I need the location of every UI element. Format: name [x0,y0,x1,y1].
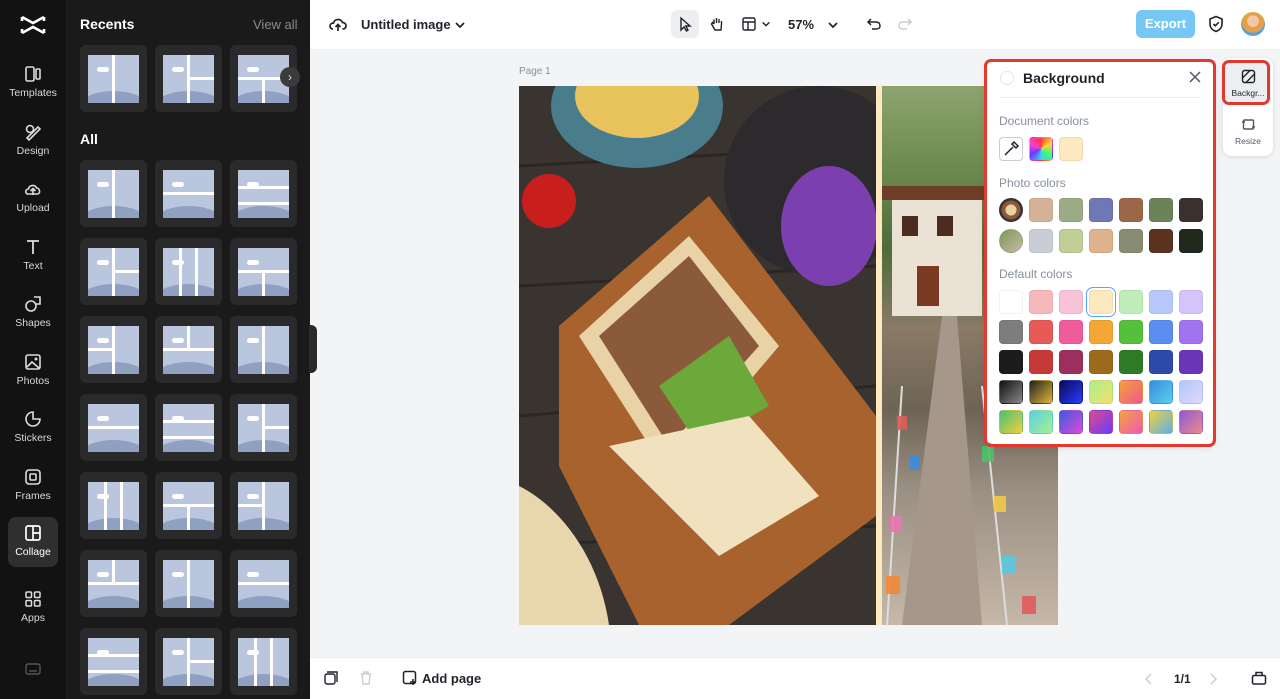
rail-templates[interactable]: Templates [8,58,58,108]
collage-template-tile[interactable] [155,550,222,617]
collage-panel: Recents View all › All [66,0,310,699]
collage-template-tile[interactable] [230,550,297,617]
rail-photos[interactable]: Photos [8,346,58,396]
export-button[interactable]: Export [1136,10,1195,38]
zoom-level[interactable]: 57% [788,17,814,32]
collage-template-tile[interactable] [80,316,147,383]
collage-template-tile[interactable] [155,628,222,695]
collage-template-tile[interactable] [155,472,222,539]
layout-button[interactable] [735,10,763,38]
delete-page-icon[interactable] [359,671,373,685]
resize-button[interactable]: Resize [1225,109,1271,153]
rail-label: Frames [15,490,51,502]
page-count: 1/1 [1174,672,1191,686]
layout-icon [742,17,756,31]
collage-template-tile[interactable] [80,160,147,227]
tacos-photo [519,86,876,625]
rail-label: Design [16,145,50,157]
avatar[interactable] [1241,12,1265,36]
chevron-down-icon[interactable] [454,19,466,31]
chevron-right-icon[interactable] [1208,673,1218,685]
collage-template-tile[interactable] [80,45,147,112]
all-heading: All [80,131,98,147]
resize-label: Resize [1235,136,1261,146]
page-label: Page 1 [519,66,551,77]
highlight-background-panel [984,59,1216,447]
rail-stickers[interactable]: Stickers [8,403,58,453]
keyboard-shortcuts-icon[interactable] [25,662,41,676]
rail-label: Shapes [15,317,51,329]
add-page-button[interactable]: Add page [422,671,481,686]
canvas-page[interactable] [519,86,1058,625]
rail-frames[interactable]: Frames [8,461,58,511]
upload-icon [25,184,41,195]
collage-template-tile[interactable] [230,160,297,227]
collage-template-tile[interactable] [230,316,297,383]
collage-icon [25,525,41,541]
top-bar: Untitled image 57% Export [310,0,1280,50]
templates-icon [25,66,41,82]
redo-icon[interactable] [897,16,913,32]
chevron-down-icon[interactable] [827,19,839,31]
collage-template-tile[interactable] [230,472,297,539]
recents-heading: Recents [80,16,135,32]
duplicate-page-icon[interactable] [324,671,338,685]
collage-template-tile[interactable] [155,394,222,461]
rail-shapes[interactable]: Shapes [8,288,58,338]
collage-template-tile[interactable] [155,316,222,383]
undo-icon[interactable] [866,16,882,32]
collage-photo-tacos[interactable] [519,86,876,625]
document-title[interactable]: Untitled image [361,17,451,32]
resize-icon [1241,119,1255,130]
collage-template-tile[interactable] [80,394,147,461]
hand-tool-button[interactable] [703,10,731,38]
cloud-save-icon[interactable] [328,15,348,33]
collage-template-tile[interactable] [230,394,297,461]
collapse-panel-handle[interactable] [309,325,317,373]
collage-template-tile[interactable] [80,628,147,695]
rail-label: Photos [16,375,50,387]
hand-icon [710,18,723,31]
collage-template-tile[interactable] [80,550,147,617]
rail-upload[interactable]: Upload [8,173,58,223]
left-rail: Templates Design Upload Text Shapes Phot… [0,0,66,699]
rail-label: Apps [21,612,45,624]
collage-template-tile[interactable] [80,238,147,305]
collage-template-tile[interactable] [80,472,147,539]
add-page-icon[interactable] [402,670,418,686]
shield-icon[interactable] [1208,15,1224,33]
chevron-down-icon[interactable] [761,19,771,29]
rail-label: Upload [16,202,50,214]
rail-design[interactable]: Design [8,116,58,166]
stickers-icon [25,411,41,427]
pages-panel-icon[interactable] [1251,671,1267,685]
view-all-link[interactable]: View all [253,17,298,32]
highlight-background-button [1222,60,1270,105]
select-tool-button[interactable] [671,10,699,38]
recents-next-button[interactable]: › [280,67,300,87]
capcut-logo [20,15,46,35]
rail-collage[interactable]: Collage [8,517,58,567]
collage-template-tile[interactable] [230,628,297,695]
rail-apps[interactable]: Apps [8,583,58,633]
rail-label: Templates [9,87,57,99]
apps-icon [25,591,41,607]
photos-icon [25,354,41,370]
frames-icon [25,469,41,485]
text-icon [27,240,39,254]
collage-template-tile[interactable] [155,238,222,305]
shapes-icon [25,296,41,312]
collage-template-tile[interactable] [155,160,222,227]
rail-text[interactable]: Text [8,231,58,281]
rail-label: Collage [15,546,51,558]
chevron-left-icon[interactable] [1144,673,1154,685]
rail-label: Text [23,260,43,272]
collage-template-tile[interactable] [230,238,297,305]
bottom-bar: Add page 1/1 [310,657,1280,699]
design-icon [25,124,42,141]
cursor-icon [680,16,692,32]
rail-label: Stickers [14,432,52,444]
collage-template-tile[interactable] [155,45,222,112]
